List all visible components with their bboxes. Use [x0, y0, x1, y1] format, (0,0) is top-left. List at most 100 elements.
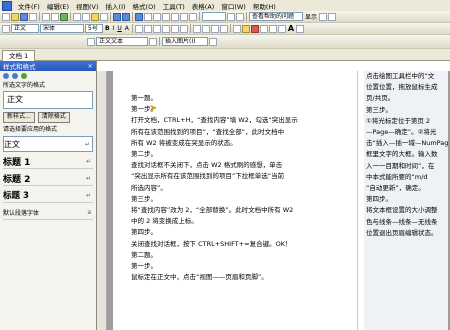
align-center-icon[interactable] [143, 24, 152, 33]
text-line: 点击绘图工具栏中的“文 [366, 72, 435, 80]
enclose-char-icon[interactable] [277, 24, 286, 33]
align-right-icon[interactable] [152, 24, 161, 33]
spelling-icon[interactable] [60, 12, 68, 21]
style-item-default-font[interactable]: 默认段落字体 a [3, 205, 93, 220]
increase-indent-icon[interactable] [219, 24, 228, 33]
outline-level-combo[interactable]: 正文文本 [96, 37, 148, 46]
clear-format-button[interactable]: 清除格式 [37, 112, 70, 123]
menu-format[interactable]: 格式(O) [130, 1, 159, 11]
doc-map-icon[interactable] [180, 12, 188, 21]
font-color-icon[interactable] [250, 24, 259, 33]
char-mark-icon: a [87, 208, 91, 216]
menu-view[interactable]: 视图(V) [73, 1, 102, 11]
toolbar-options-icon[interactable] [296, 24, 305, 33]
justify-icon[interactable] [161, 24, 170, 33]
decrease-indent-icon[interactable] [210, 24, 219, 33]
italic-button[interactable]: I [112, 25, 116, 32]
menu-insert[interactable]: 插入(I) [103, 1, 129, 11]
redo-icon[interactable] [122, 12, 130, 21]
back-icon[interactable] [3, 73, 9, 79]
close-icon[interactable]: × [88, 62, 93, 70]
hyperlink-icon[interactable] [135, 12, 143, 21]
menu-help[interactable]: 帮助(H) [250, 1, 279, 11]
toolbar-options-icon[interactable] [328, 12, 337, 21]
text-line: 第一步。 [131, 105, 157, 114]
text-line: 第一步。 [131, 262, 157, 271]
text-line: 查找对话框不关闭下，点击 W2 格式刷的感想，单击 [131, 161, 283, 170]
char-scale-icon[interactable] [259, 24, 268, 33]
current-style-box[interactable]: 正文 [3, 91, 93, 109]
promote-icon[interactable] [87, 37, 95, 46]
help-icon[interactable] [227, 12, 235, 21]
bold-button[interactable]: B [104, 25, 111, 32]
print-icon[interactable] [42, 12, 50, 21]
size-combo[interactable]: 5号 [85, 24, 103, 33]
separator [70, 12, 71, 21]
zoom-combo[interactable] [202, 12, 226, 21]
table-icon[interactable] [144, 12, 152, 21]
styles-pane-icon[interactable] [2, 24, 10, 33]
menu-table[interactable]: 表格(A) [189, 1, 218, 11]
style-item-heading-1[interactable]: 标题 1 ↵ [3, 154, 93, 169]
style-item-heading-3[interactable]: 标题 3 ↵ [3, 188, 93, 203]
document-right-column[interactable]: 点击绘图工具栏中的“文 位置位置，拖放鼠标生成 页/共页。 第三步。 ①将光标定… [364, 71, 448, 330]
reading-icon[interactable] [236, 12, 244, 21]
highlight-icon[interactable] [241, 24, 250, 33]
text-line: 所有 W2 将被变成在突显示的状态。 [131, 138, 237, 147]
home-icon[interactable] [21, 73, 27, 79]
help-search-input[interactable]: 查看帮助的问题 [249, 12, 303, 21]
close-toolbar-icon[interactable] [209, 37, 217, 46]
align-left-icon[interactable] [134, 24, 143, 33]
print-preview-icon[interactable] [51, 12, 59, 21]
columns-icon[interactable] [162, 12, 170, 21]
enlarge-font-button[interactable]: A [287, 24, 295, 33]
font-combo[interactable]: 宋体 [40, 24, 84, 33]
separator [110, 12, 111, 21]
menu-file[interactable]: 文件(F) [15, 1, 43, 11]
line-spacing-icon[interactable] [179, 24, 188, 33]
text-line: “突出显示所有在该范围找到的项目”下拉框单选“当前 [131, 172, 285, 181]
text-line: 打开文档，CTRL+H，“查找内容”填 W2，勾选“突出显示 [131, 116, 298, 125]
text-line: 位置退出页眉编辑状态。 [366, 228, 438, 237]
separator [229, 24, 231, 33]
new-style-button[interactable]: 新样式... [3, 112, 35, 123]
insert-picture-combo[interactable]: 插入图片(I) [162, 37, 208, 46]
menu-tools[interactable]: 工具(T) [160, 1, 188, 11]
excel-icon[interactable] [153, 12, 161, 21]
numbering-icon[interactable] [192, 24, 201, 33]
font-color-a-button[interactable]: A [124, 25, 130, 32]
border-icon[interactable] [232, 24, 241, 33]
document-page[interactable]: ➤ 第一题。 第一步。 打开文档，CTRL+H，“查找内容”填 W2，勾选“突出… [113, 71, 448, 330]
save-icon[interactable] [20, 12, 28, 21]
vertical-ruler[interactable] [97, 71, 107, 330]
chevron-down-icon[interactable] [319, 12, 328, 21]
style-item-normal[interactable]: 正文 ↵ [3, 136, 93, 152]
menu-window[interactable]: 窗口(W) [218, 1, 249, 11]
style-item-heading-2[interactable]: 标题 2 ↵ [3, 171, 93, 186]
underline-button[interactable]: U [116, 25, 122, 32]
copy-icon[interactable] [82, 12, 90, 21]
cut-icon[interactable] [73, 12, 81, 21]
new-icon[interactable] [2, 12, 10, 21]
permission-icon[interactable] [29, 12, 37, 21]
distributed-icon[interactable] [170, 24, 179, 33]
open-icon[interactable] [11, 12, 19, 21]
format-painter-icon[interactable] [100, 12, 108, 21]
menu-edit[interactable]: 编辑(E) [44, 1, 72, 11]
style-combo[interactable]: 正文 [11, 24, 39, 33]
tab-document-1[interactable]: 文档 1 [2, 50, 36, 61]
drawing-icon[interactable] [171, 12, 179, 21]
demote-icon[interactable] [149, 37, 157, 46]
phonetic-icon[interactable] [268, 24, 277, 33]
undo-icon[interactable] [113, 12, 121, 21]
pane-header: 样式和格式 × [0, 61, 96, 71]
text-line: 框里文字的大框。输入数 [366, 150, 438, 159]
show-label[interactable]: 显示 [304, 12, 318, 21]
bullets-icon[interactable] [201, 24, 210, 33]
text-line: 第四步。 [366, 195, 392, 204]
document-body[interactable]: 第一题。 第一步。 打开文档，CTRL+H，“查找内容”填 W2，勾选“突出显示… [131, 93, 357, 283]
forward-icon[interactable] [12, 73, 18, 79]
paste-icon[interactable] [91, 12, 99, 21]
show-hide-icon[interactable] [189, 12, 197, 21]
text-line: 第四步。 [131, 228, 157, 237]
